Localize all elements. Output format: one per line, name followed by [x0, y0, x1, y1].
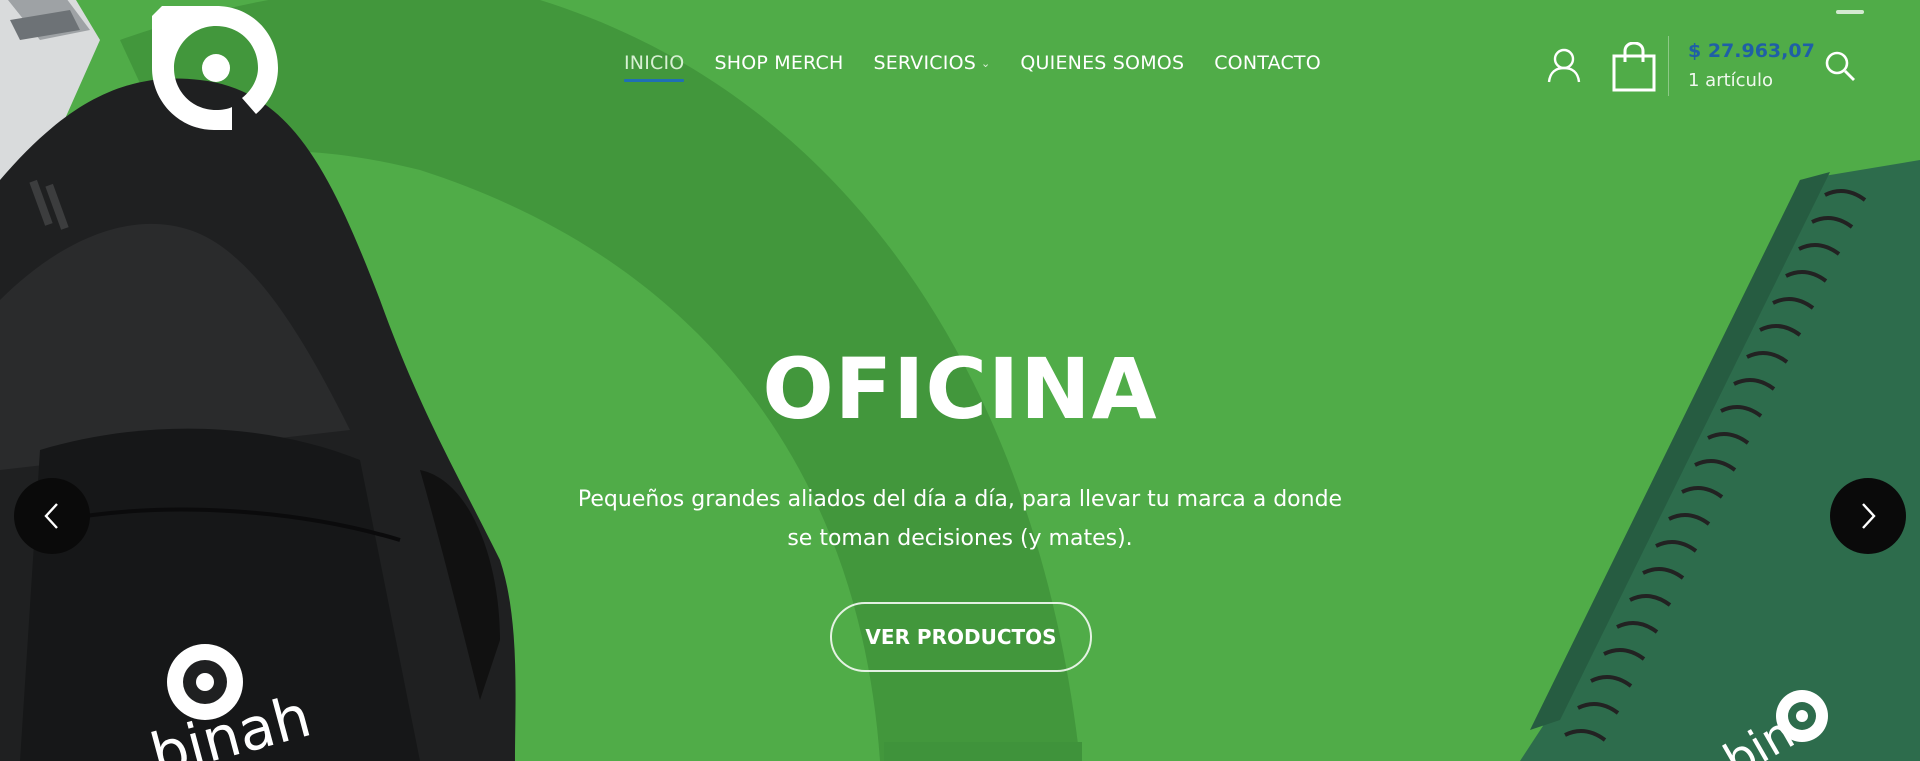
cart-item-count[interactable]: 1 artículo: [1688, 70, 1773, 91]
site-header: INICIO SHOP MERCH SERVICIOS ⌄ QUIENES SO…: [0, 0, 1920, 130]
nav-item-label: SERVICIOS: [873, 52, 976, 74]
slider-next-button[interactable]: [1830, 478, 1906, 554]
hero-subtitle-line: se toman decisiones (y mates).: [787, 526, 1133, 551]
nav-item-inicio[interactable]: INICIO: [624, 52, 685, 82]
chevron-right-icon: [1862, 503, 1876, 529]
shopping-bag-icon[interactable]: [1612, 42, 1656, 92]
nav-item-shop-merch[interactable]: SHOP MERCH: [714, 52, 843, 74]
slider-prev-button[interactable]: [14, 478, 90, 554]
hero-subtitle-line: Pequeños grandes aliados del día a día, …: [577, 487, 1343, 512]
hero-title: OFICINA: [762, 340, 1158, 438]
nav-item-contacto[interactable]: CONTACTO: [1214, 52, 1321, 74]
main-nav: INICIO SHOP MERCH SERVICIOS ⌄ QUIENES SO…: [624, 52, 1351, 82]
user-icon[interactable]: [1547, 48, 1581, 84]
menu-dash-icon[interactable]: [1836, 10, 1864, 14]
brand-logo[interactable]: [152, 6, 278, 130]
hero-subtitle: Pequeños grandes aliados del día a día, …: [560, 480, 1360, 558]
nav-item-quienes-somos[interactable]: QUIENES SOMOS: [1020, 52, 1184, 74]
cart-divider: [1668, 36, 1669, 96]
cart-total[interactable]: $ 27.963,07: [1688, 40, 1815, 62]
nav-item-servicios[interactable]: SERVICIOS ⌄: [873, 52, 990, 74]
chevron-down-icon: ⌄: [980, 56, 991, 70]
notebook-image: bin: [1520, 160, 1920, 761]
chevron-left-icon: [44, 503, 58, 529]
search-icon[interactable]: [1824, 50, 1856, 82]
view-products-button[interactable]: VER PRODUCTOS: [830, 602, 1092, 672]
